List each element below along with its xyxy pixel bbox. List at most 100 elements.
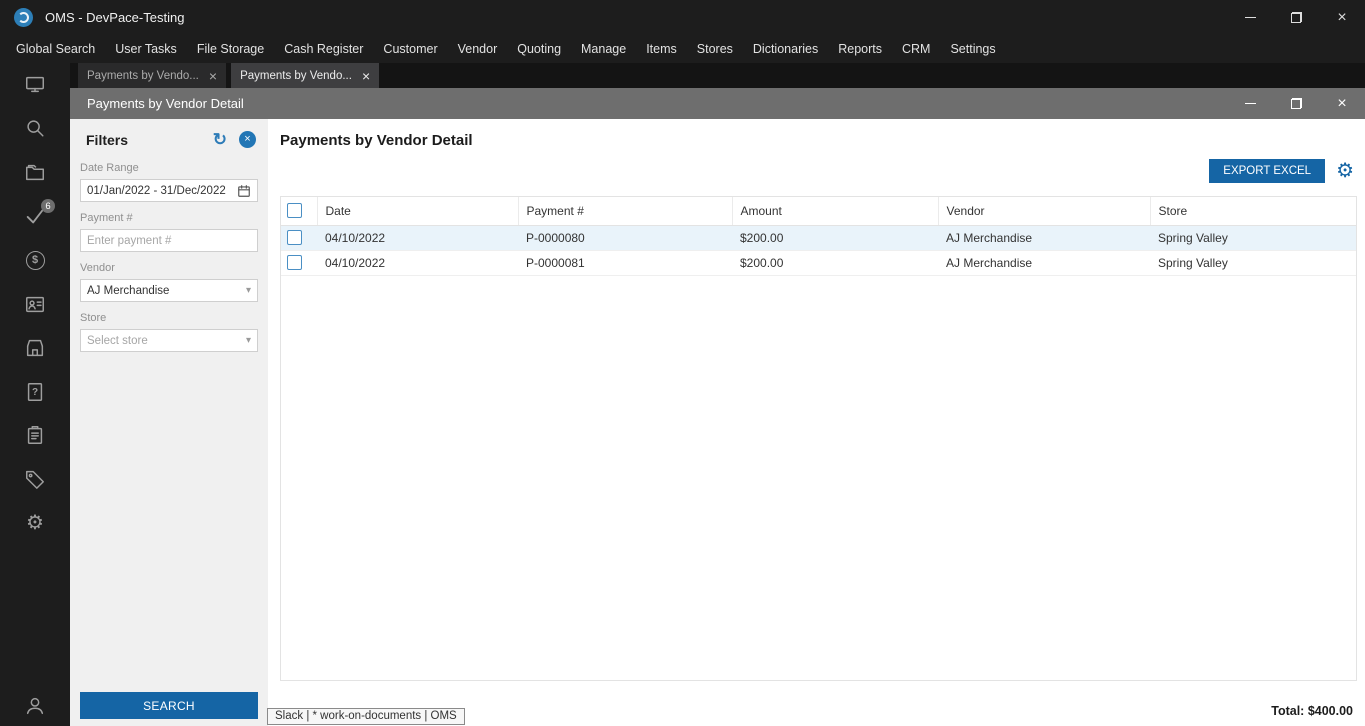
menu-user-tasks[interactable]: User Tasks bbox=[105, 35, 187, 63]
menu-bar: Global Search User Tasks File Storage Ca… bbox=[0, 35, 1365, 63]
payment-number-group: Payment # bbox=[80, 212, 258, 252]
column-header-date[interactable]: Date bbox=[317, 197, 519, 226]
minimize-icon bbox=[1244, 17, 1256, 18]
restore-icon bbox=[1290, 98, 1302, 109]
taskbar-tooltip: Slack | * work-on-documents | OMS bbox=[267, 708, 465, 725]
inner-window-body: Filters ↻ × Date Range Payment # bbox=[70, 119, 1365, 726]
menu-cash-register[interactable]: Cash Register bbox=[274, 35, 373, 63]
tab-label: Payments by Vendo... bbox=[87, 69, 199, 82]
date-range-group: Date Range bbox=[80, 162, 258, 202]
question-icon: ? bbox=[31, 387, 39, 398]
row-checkbox-cell bbox=[281, 250, 317, 276]
cell-amount: $200.00 bbox=[732, 250, 938, 276]
inner-window-titlebar: Payments by Vendor Detail × bbox=[70, 88, 1365, 119]
cell-payment: P-0000080 bbox=[518, 225, 732, 251]
menu-reports[interactable]: Reports bbox=[828, 35, 892, 63]
close-icon: × bbox=[1337, 94, 1347, 112]
total-value: $400.00 bbox=[1307, 704, 1353, 718]
minimize-icon bbox=[1244, 103, 1256, 104]
sidebar-item-orders[interactable] bbox=[23, 423, 47, 447]
date-range-input[interactable] bbox=[87, 184, 233, 197]
column-header-vendor[interactable]: Vendor bbox=[938, 197, 1151, 226]
menu-dictionaries[interactable]: Dictionaries bbox=[743, 35, 828, 63]
inner-restore-button[interactable] bbox=[1273, 88, 1319, 119]
folder-icon bbox=[26, 164, 44, 181]
menu-crm[interactable]: CRM bbox=[892, 35, 940, 63]
grid-settings-gear-icon[interactable]: ⚙ bbox=[1336, 161, 1354, 181]
payment-number-field[interactable] bbox=[80, 229, 258, 252]
filters-close-button[interactable]: × bbox=[239, 131, 256, 148]
total-summary: Total: $400.00 bbox=[1271, 704, 1353, 718]
menu-stores[interactable]: Stores bbox=[687, 35, 743, 63]
store-select-placeholder: Select store bbox=[87, 334, 148, 347]
menu-global-search[interactable]: Global Search bbox=[6, 35, 105, 63]
menu-manage[interactable]: Manage bbox=[571, 35, 636, 63]
header-checkbox-cell bbox=[281, 197, 318, 226]
minimize-button[interactable] bbox=[1227, 0, 1273, 35]
vendor-select-value: AJ Merchandise bbox=[87, 284, 170, 297]
chevron-down-icon: ▾ bbox=[245, 335, 251, 346]
results-grid: Date Payment # Amount Vendor Store 04/10… bbox=[280, 196, 1357, 681]
vendor-select[interactable]: AJ Merchandise ▾ bbox=[80, 279, 258, 302]
sidebar-item-contacts[interactable] bbox=[23, 292, 47, 316]
cell-vendor: AJ Merchandise bbox=[938, 225, 1150, 251]
close-button[interactable]: × bbox=[1319, 0, 1365, 35]
date-range-field[interactable] bbox=[80, 179, 258, 202]
store-select[interactable]: Select store ▾ bbox=[80, 329, 258, 352]
menu-file-storage[interactable]: File Storage bbox=[187, 35, 274, 63]
menu-items[interactable]: Items bbox=[636, 35, 687, 63]
inner-window-title: Payments by Vendor Detail bbox=[87, 96, 244, 111]
cell-payment: P-0000081 bbox=[518, 250, 732, 276]
row-checkbox[interactable] bbox=[287, 255, 302, 271]
row-checkbox[interactable] bbox=[287, 230, 302, 246]
export-excel-button[interactable]: EXPORT EXCEL bbox=[1209, 159, 1326, 183]
sidebar-item-settings[interactable]: ⚙ bbox=[23, 511, 47, 535]
sidebar-item-payments[interactable]: $ bbox=[23, 248, 47, 272]
column-header-amount[interactable]: Amount bbox=[732, 197, 939, 226]
date-range-label: Date Range bbox=[80, 162, 139, 174]
app-logo-icon bbox=[14, 8, 33, 27]
column-header-store[interactable]: Store bbox=[1150, 197, 1356, 226]
dollar-glyph: $ bbox=[31, 254, 39, 266]
tab-payments-by-vendor-2[interactable]: Payments by Vendo... × bbox=[231, 63, 380, 88]
calendar-icon[interactable] bbox=[237, 184, 251, 198]
row-checkbox-cell bbox=[281, 225, 317, 251]
cell-store: Spring Valley bbox=[1150, 250, 1356, 276]
maximize-button[interactable] bbox=[1273, 0, 1319, 35]
table-row[interactable]: 04/10/2022 P-0000081 $200.00 AJ Merchand… bbox=[281, 250, 1356, 276]
tab-close-icon[interactable]: × bbox=[362, 69, 370, 83]
refresh-icon[interactable]: ↻ bbox=[213, 131, 227, 148]
search-button[interactable]: SEARCH bbox=[80, 692, 258, 719]
sidebar-item-help-tasks[interactable]: ? bbox=[23, 380, 47, 404]
search-icon bbox=[27, 120, 44, 137]
sidebar-item-files[interactable] bbox=[23, 160, 47, 184]
sidebar-item-tags[interactable] bbox=[23, 467, 47, 491]
content-toolbar: EXPORT EXCEL ⚙ bbox=[1209, 159, 1354, 183]
table-row[interactable]: 04/10/2022 P-0000080 $200.00 AJ Merchand… bbox=[281, 225, 1356, 251]
column-header-payment[interactable]: Payment # bbox=[518, 197, 733, 226]
close-icon: × bbox=[244, 133, 251, 145]
page-title: Payments by Vendor Detail bbox=[280, 132, 473, 149]
clipboard-icon bbox=[27, 426, 43, 444]
inner-minimize-button[interactable] bbox=[1227, 88, 1273, 119]
payment-number-input[interactable] bbox=[87, 234, 251, 247]
sidebar-item-search[interactable] bbox=[23, 116, 47, 140]
sidebar-item-dashboard[interactable] bbox=[23, 72, 47, 96]
menu-settings[interactable]: Settings bbox=[940, 35, 1005, 63]
menu-quoting[interactable]: Quoting bbox=[507, 35, 571, 63]
dashboard-icon bbox=[26, 76, 44, 93]
tag-icon bbox=[26, 470, 44, 489]
payments-table: Date Payment # Amount Vendor Store 04/10… bbox=[281, 197, 1356, 276]
tab-payments-by-vendor-1[interactable]: Payments by Vendo... × bbox=[78, 63, 227, 88]
person-icon bbox=[26, 697, 44, 715]
sidebar-item-profile[interactable] bbox=[23, 694, 47, 718]
window-controls: × bbox=[1227, 0, 1365, 35]
menu-vendor[interactable]: Vendor bbox=[448, 35, 508, 63]
menu-customer[interactable]: Customer bbox=[373, 35, 447, 63]
vendor-group: Vendor AJ Merchandise ▾ bbox=[80, 262, 258, 302]
tab-close-icon[interactable]: × bbox=[209, 69, 217, 83]
store-label: Store bbox=[80, 312, 107, 324]
select-all-checkbox[interactable] bbox=[287, 203, 302, 219]
inner-close-button[interactable]: × bbox=[1319, 88, 1365, 119]
sidebar-item-stores[interactable] bbox=[23, 336, 47, 360]
